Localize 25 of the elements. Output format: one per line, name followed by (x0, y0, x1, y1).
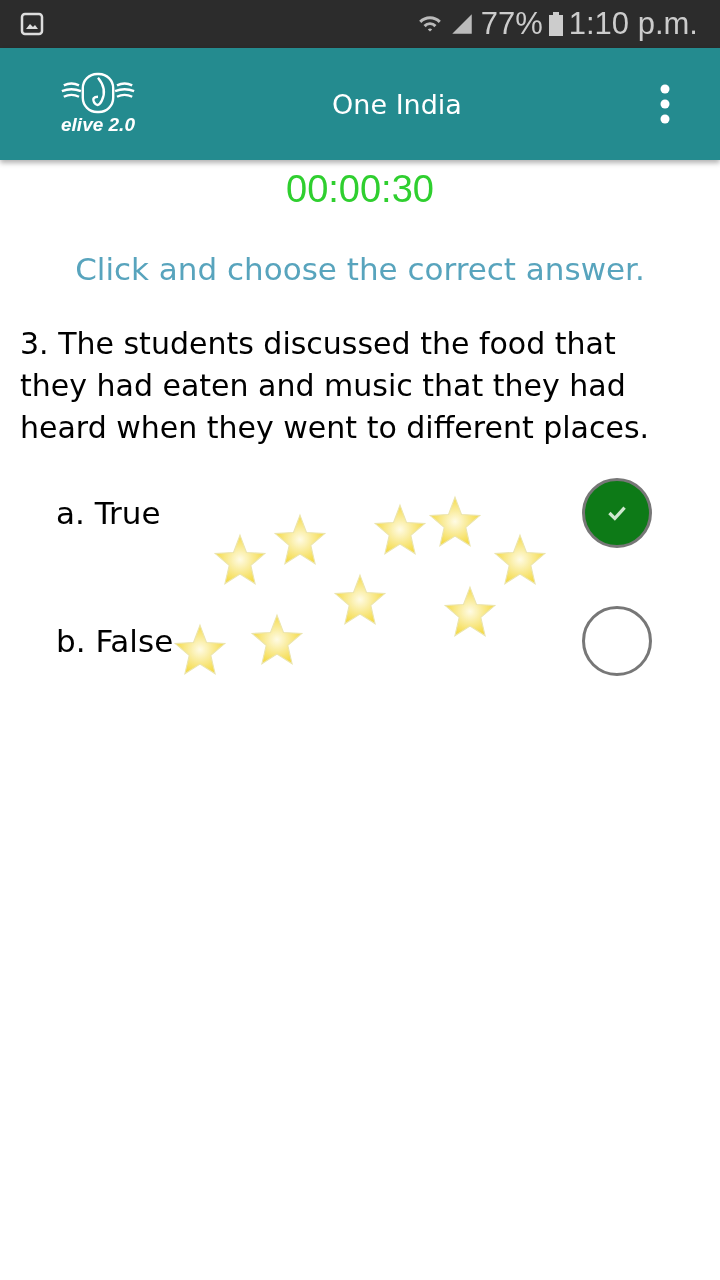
conch-shell-icon (60, 72, 136, 114)
instruction-text: Click and choose the correct answer. (74, 251, 646, 287)
clock-time: 1:10 p.m. (568, 6, 698, 42)
option-label: b. False (56, 623, 174, 659)
countdown-timer: 00:00:30 (285, 168, 435, 211)
star-icon (373, 503, 427, 557)
star-icon (428, 495, 482, 549)
star-icon (173, 623, 227, 677)
battery-icon (548, 12, 563, 36)
star-icon (250, 613, 304, 667)
star-icon (333, 573, 387, 627)
question-text: 3. The students discussed the food that they had eaten and music that they had heard when they went to different places. (19, 325, 651, 447)
option-label: a. True (56, 495, 161, 531)
battery-percent: 77% (480, 6, 543, 42)
star-icon (443, 585, 497, 639)
answer-option[interactable]: a. True (0, 449, 720, 577)
star-icon (273, 513, 327, 567)
logo-text: elive 2.0 (61, 114, 135, 136)
more-icon (660, 84, 670, 124)
star-icon (213, 533, 267, 587)
radio-button[interactable] (582, 606, 652, 676)
answer-option[interactable]: b. False (0, 577, 720, 705)
app-title: One India (331, 88, 463, 120)
star-icon (493, 533, 547, 587)
image-icon (20, 12, 44, 36)
